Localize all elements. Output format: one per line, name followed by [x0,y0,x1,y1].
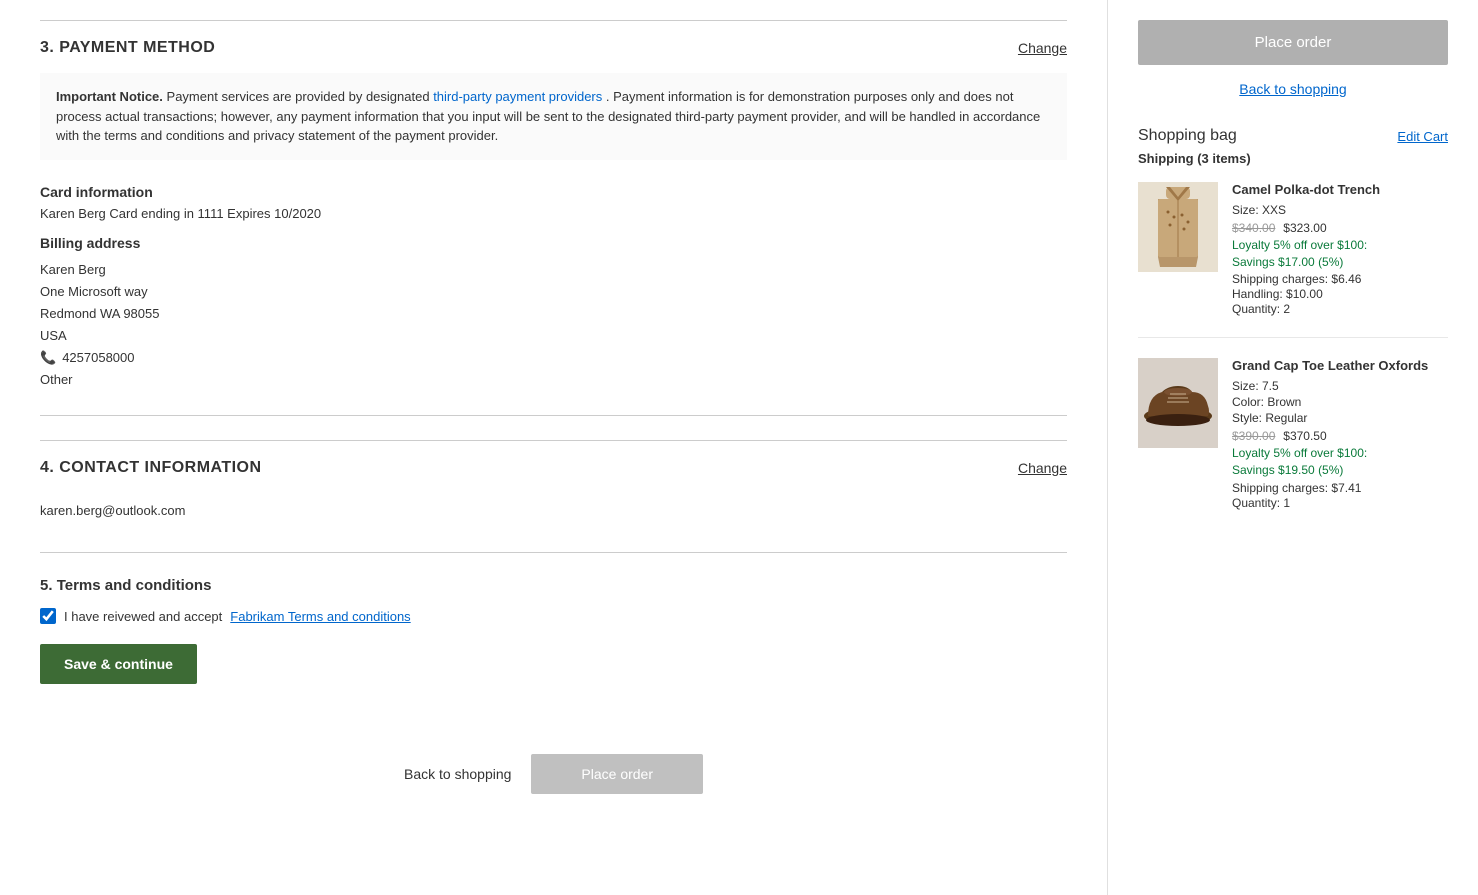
product-handling-coat: Handling: $10.00 [1232,287,1448,301]
product-item-shoe: Grand Cap Toe Leather Oxfords Size: 7.5 … [1138,358,1448,530]
shopping-bag-title: Shopping bag [1138,127,1237,145]
product-sale-price-coat: $323.00 [1283,221,1326,235]
divider-2 [40,552,1067,553]
place-order-button-sidebar: Place order [1138,20,1448,65]
terms-link[interactable]: Fabrikam Terms and conditions [230,609,410,624]
notice-text1: Payment services are provided by designa… [167,89,434,104]
contact-info-section: 4. CONTACT INFORMATION Change karen.berg… [40,440,1067,528]
product-details-shoe: Grand Cap Toe Leather Oxfords Size: 7.5 … [1232,358,1448,510]
place-order-button-bottom: Place order [531,754,703,794]
billing-phone: 4257058000 [62,347,134,369]
product-item-coat: Camel Polka-dot Trench Size: XXS $340.00… [1138,182,1448,338]
sidebar: Place order Back to shopping Shopping ba… [1108,0,1478,895]
back-to-shopping-link-sidebar[interactable]: Back to shopping [1138,81,1448,97]
product-details-coat: Camel Polka-dot Trench Size: XXS $340.00… [1232,182,1448,317]
back-to-shopping-link-bottom[interactable]: Back to shopping [404,766,511,782]
notice-third-party-link[interactable]: third-party payment providers [433,89,602,104]
notice-bold: Important Notice. [56,89,163,104]
billing-name: Karen Berg [40,259,1067,281]
contact-email: karen.berg@outlook.com [40,493,1067,528]
billing-label: Billing address [40,235,1067,251]
terms-checkbox-row: I have reivewed and accept Fabrikam Term… [40,608,1067,624]
card-info-text: Karen Berg Card ending in 1111 Expires 1… [40,206,1067,221]
card-info: Card information Karen Berg Card ending … [40,184,1067,392]
product-quantity-coat: Quantity: 2 [1232,302,1448,316]
shoe-svg [1140,378,1216,428]
product-name-shoe: Grand Cap Toe Leather Oxfords [1232,358,1448,375]
payment-title: 3. PAYMENT METHOD [40,39,215,57]
payment-method-section: 3. PAYMENT METHOD Change Important Notic… [40,20,1067,391]
billing-country: USA [40,325,1067,347]
product-color-shoe: Color: Brown [1232,395,1448,409]
product-original-price-coat: $340.00 [1232,221,1275,235]
divider-1 [40,415,1067,416]
coat-svg [1148,187,1208,267]
billing-city-state-zip: Redmond WA 98055 [40,303,1067,325]
billing-address: Karen Berg One Microsoft way Redmond WA … [40,259,1067,392]
product-shipping-coat: Shipping charges: $6.46 [1232,272,1448,286]
product-image-coat [1138,182,1218,272]
edit-cart-link[interactable]: Edit Cart [1397,129,1448,144]
product-quantity-shoe: Quantity: 1 [1232,496,1448,510]
product-price-row-shoe: $390.00 $370.50 [1232,427,1448,443]
product-style-shoe: Style: Regular [1232,411,1448,425]
terms-section: 5. Terms and conditions I have reivewed … [40,577,1067,684]
product-loyalty-coat: Loyalty 5% off over $100:Savings $17.00 … [1232,237,1448,271]
save-continue-button[interactable]: Save & continue [40,644,197,684]
terms-title: 5. Terms and conditions [40,577,1067,594]
billing-phone-row: 📞 4257058000 [40,347,1067,369]
main-content: 3. PAYMENT METHOD Change Important Notic… [0,0,1108,895]
billing-type: Other [40,369,1067,391]
payment-change-link[interactable]: Change [1018,40,1067,56]
payment-header: 3. PAYMENT METHOD Change [40,39,1067,57]
terms-label: Terms and conditions [57,577,212,594]
shopping-bag-header: Shopping bag Edit Cart [1138,127,1448,145]
product-size-coat: Size: XXS [1232,203,1448,217]
product-original-price-shoe: $390.00 [1232,429,1275,443]
product-loyalty-shoe: Loyalty 5% off over $100:Savings $19.50 … [1232,445,1448,479]
product-size-shoe: Size: 7.5 [1232,379,1448,393]
terms-number: 5. [40,577,53,594]
contact-header: 4. CONTACT INFORMATION Change [40,459,1067,477]
product-name-coat: Camel Polka-dot Trench [1232,182,1448,199]
product-price-row-coat: $340.00 $323.00 [1232,219,1448,235]
contact-change-link[interactable]: Change [1018,460,1067,476]
card-info-label: Card information [40,184,1067,200]
contact-title: 4. CONTACT INFORMATION [40,459,262,477]
page-wrapper: 3. PAYMENT METHOD Change Important Notic… [0,0,1478,895]
payment-notice: Important Notice. Payment services are p… [40,73,1067,160]
bottom-bar: Back to shopping Place order [40,724,1067,804]
terms-checkbox-label: I have reivewed and accept [64,609,222,624]
product-sale-price-shoe: $370.50 [1283,429,1326,443]
terms-checkbox[interactable] [40,608,56,624]
product-shipping-shoe: Shipping charges: $7.41 [1232,481,1448,495]
phone-icon: 📞 [40,347,56,369]
shipping-items-label: Shipping (3 items) [1138,151,1448,166]
billing-address1: One Microsoft way [40,281,1067,303]
product-image-shoe [1138,358,1218,448]
